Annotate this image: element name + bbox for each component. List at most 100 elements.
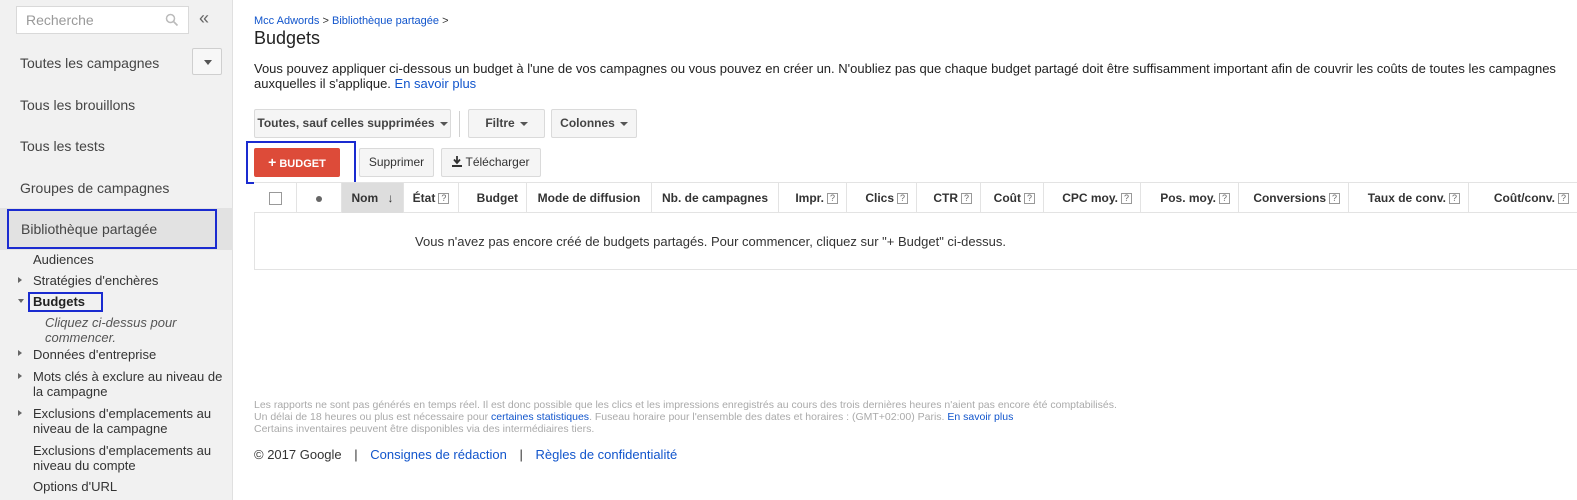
sub-item-placement-exclusions-campaign[interactable]: Exclusions d'emplacements au niveau de l…: [33, 406, 218, 436]
sub-item-placement-exclusions-account[interactable]: Exclusions d'emplacements au niveau du c…: [33, 443, 218, 473]
select-all-checkbox[interactable]: [268, 192, 282, 206]
column-header-delivery-label: Mode de diffusion: [537, 191, 641, 205]
nav-all-campaigns-label: Toutes les campagnes: [20, 55, 160, 71]
column-header-budget[interactable]: Budget: [459, 183, 527, 213]
column-header-impr[interactable]: Impr.?: [779, 183, 847, 213]
breadcrumb-separator: >: [442, 15, 449, 27]
column-header-campaigns-label: Nb. de campagnes: [661, 191, 769, 205]
column-header-avg-cpc[interactable]: CPC moy.?: [1044, 183, 1141, 213]
column-header-campaigns[interactable]: Nb. de campagnes: [652, 183, 779, 213]
footer-separator: |: [354, 447, 358, 462]
status-dot-icon: [316, 195, 322, 202]
column-header-name[interactable]: Nom ↓: [342, 183, 404, 213]
footnote-learn-more-link[interactable]: En savoir plus: [947, 411, 1013, 423]
chevron-down-icon: [519, 121, 528, 126]
column-header-conversions[interactable]: Conversions?: [1239, 183, 1349, 213]
filter-dropdown[interactable]: Filtre: [468, 109, 545, 138]
table-header: Nom ↓ État? Budget Mode de diffusion Nb.…: [254, 182, 1577, 213]
breadcrumb: Mcc Adwords > Bibliothèque partagée >: [254, 15, 449, 27]
delete-label: Supprimer: [368, 155, 425, 169]
status-filter-dropdown[interactable]: Toutes, sauf celles supprimées: [254, 109, 451, 138]
footnote-text: Un délai de 18 heures ou plus est nécess…: [254, 411, 489, 423]
column-header-cost[interactable]: Coût?: [981, 183, 1044, 213]
search-box[interactable]: [16, 6, 189, 34]
toolbar-divider: [459, 111, 460, 137]
column-header-conv-rate-label: Taux de conv.: [1367, 191, 1446, 205]
privacy-policy-link[interactable]: Règles de confidentialité: [536, 447, 678, 462]
delete-button[interactable]: Supprimer: [359, 148, 434, 177]
help-icon[interactable]: ?: [827, 193, 838, 205]
filter-label: Filtre: [485, 116, 515, 130]
help-icon[interactable]: ?: [961, 193, 972, 205]
help-icon[interactable]: ?: [1024, 193, 1035, 205]
footnote-line: Certains inventaires peuvent être dispon…: [254, 423, 595, 435]
column-header-conversions-label: Conversions: [1253, 191, 1326, 205]
sidebar: « Toutes les campagnes Tous les brouillo…: [0, 0, 233, 500]
help-icon[interactable]: ?: [438, 193, 450, 205]
column-header-impr-label: Impr.: [795, 191, 824, 205]
columns-dropdown[interactable]: Colonnes: [551, 109, 637, 138]
help-icon[interactable]: ?: [1329, 193, 1340, 205]
search-icon[interactable]: [165, 13, 179, 27]
breadcrumb-root-link[interactable]: Mcc Adwords: [254, 15, 319, 27]
status-filter-label: Toutes, sauf celles supprimées: [257, 116, 435, 130]
sub-item-bid-strategies[interactable]: Stratégies d'enchères: [33, 273, 158, 288]
sort-down-icon: ↓: [387, 191, 394, 205]
chevron-down-icon: [619, 121, 628, 126]
column-header-ctr[interactable]: CTR?: [917, 183, 981, 213]
nav-campaign-groups-label: Groupes de campagnes: [20, 180, 170, 196]
column-header-clicks-label: Clics: [865, 191, 894, 205]
footnote-text: . Fuseau horaire pour l'ensemble des dat…: [589, 411, 945, 423]
breadcrumb-shared-library-link[interactable]: Bibliothèque partagée: [332, 15, 439, 27]
column-header-conv-rate[interactable]: Taux de conv.?: [1349, 183, 1469, 213]
column-header-cost-label: Coût: [993, 191, 1021, 205]
expand-arrow-icon[interactable]: [18, 410, 22, 416]
column-header-cost-conv-label: Coût/conv.: [1493, 191, 1555, 205]
help-icon[interactable]: ?: [897, 193, 908, 205]
expand-arrow-icon[interactable]: [18, 373, 22, 379]
nav-campaign-groups[interactable]: Groupes de campagnes: [0, 167, 232, 209]
nav-all-drafts[interactable]: Tous les brouillons: [0, 84, 232, 126]
sub-item-business-data[interactable]: Données d'entreprise: [33, 347, 156, 362]
column-header-avg-pos[interactable]: Pos. moy.?: [1141, 183, 1239, 213]
footer: © 2017 Google | Consignes de rédaction |…: [254, 447, 677, 462]
column-header-avg-pos-label: Pos. moy.: [1160, 191, 1216, 205]
breadcrumb-separator: >: [322, 15, 329, 27]
table-body: Vous n'avez pas encore créé de budgets p…: [254, 213, 1577, 270]
sub-item-audiences[interactable]: Audiences: [33, 252, 94, 267]
help-icon[interactable]: ?: [1558, 193, 1569, 205]
columns-label: Colonnes: [560, 116, 615, 130]
column-header-status[interactable]: État?: [404, 183, 459, 213]
column-header-budget-label: Budget: [476, 191, 518, 205]
column-header-cost-conv[interactable]: Coût/conv.?: [1469, 183, 1577, 213]
column-header-name-label: Nom: [351, 191, 379, 205]
editorial-guidelines-link[interactable]: Consignes de rédaction: [370, 447, 507, 462]
column-header-clicks[interactable]: Clics?: [847, 183, 917, 213]
status-dot-column: [297, 183, 342, 213]
add-budget-button[interactable]: + BUDGET: [254, 148, 340, 177]
help-icon[interactable]: ?: [1449, 193, 1460, 205]
sub-item-negative-keywords[interactable]: Mots clés à exclure au niveau de la camp…: [33, 369, 228, 399]
intro-text: Vous pouvez appliquer ci-dessous un budg…: [254, 61, 1564, 91]
search-input[interactable]: [17, 7, 162, 33]
expand-arrow-icon[interactable]: [18, 350, 22, 356]
download-button[interactable]: Télécharger: [441, 148, 541, 177]
chevron-down-icon: [204, 60, 212, 65]
help-icon[interactable]: ?: [1121, 193, 1132, 205]
certain-stats-link[interactable]: certaines statistiques: [491, 411, 589, 423]
empty-table-message: Vous n'avez pas encore créé de budgets p…: [415, 234, 1006, 249]
collapse-sidebar-icon[interactable]: «: [199, 8, 209, 29]
add-budget-label: BUDGET: [279, 158, 326, 170]
help-icon[interactable]: ?: [1219, 193, 1230, 205]
select-all-cell: [254, 183, 297, 213]
download-icon: [452, 156, 463, 167]
nav-all-experiments[interactable]: Tous les tests: [0, 125, 232, 167]
column-header-delivery[interactable]: Mode de diffusion: [527, 183, 652, 213]
collapse-arrow-icon[interactable]: [18, 299, 24, 303]
nav-shared-library-label[interactable]: Bibliothèque partagée: [7, 209, 217, 249]
sub-item-url-options[interactable]: Options d'URL: [33, 479, 117, 494]
sub-item-budgets[interactable]: Budgets: [28, 292, 103, 312]
intro-learn-more-link[interactable]: En savoir plus: [395, 76, 477, 91]
campaigns-dropdown-button[interactable]: [192, 48, 222, 75]
expand-arrow-icon[interactable]: [18, 277, 22, 283]
